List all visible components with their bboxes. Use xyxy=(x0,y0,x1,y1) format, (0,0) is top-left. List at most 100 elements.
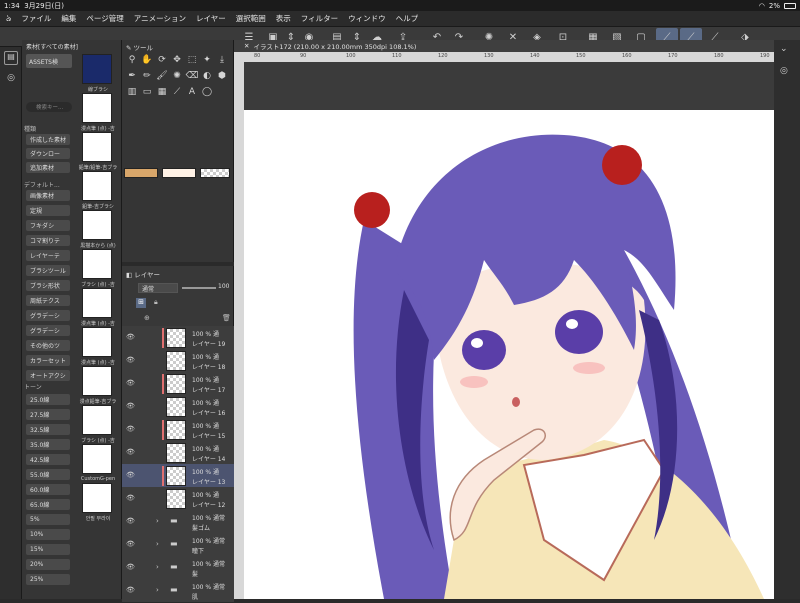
material-thumbnail[interactable] xyxy=(82,483,112,513)
material-default-item[interactable]: 画像素材 xyxy=(26,190,70,201)
material-thumbnail[interactable] xyxy=(82,210,112,240)
material-type-item[interactable]: ダウンロー xyxy=(26,148,70,159)
material-panel-icon[interactable]: ▤ xyxy=(4,51,18,65)
eye-icon[interactable]: 👁︎ xyxy=(126,471,135,479)
material-thumbnail[interactable] xyxy=(82,54,112,84)
figure-icon[interactable]: ▭ xyxy=(141,86,153,98)
balloon-icon[interactable]: ◯ xyxy=(201,86,213,98)
eye-icon[interactable]: 👁︎ xyxy=(126,356,135,364)
chevron-right-icon[interactable]: › xyxy=(156,517,159,525)
eye-icon[interactable]: 👁︎ xyxy=(126,563,135,571)
material-thumbnail[interactable] xyxy=(82,366,112,396)
eye-icon[interactable]: 👁︎ xyxy=(126,402,135,410)
illustration-canvas[interactable] xyxy=(244,110,774,599)
menu-selection[interactable]: 選択範囲 xyxy=(236,13,266,24)
material-thumbnail[interactable] xyxy=(82,171,112,201)
material-thumbnail[interactable] xyxy=(82,444,112,474)
material-thumbnail[interactable] xyxy=(82,132,112,162)
layer-row[interactable]: 👁︎ 100 % 通 レイヤー 18 xyxy=(122,349,234,373)
layer-row[interactable]: 👁︎ 100 % 通 レイヤー 16 xyxy=(122,395,234,419)
material-tone-item[interactable]: 35.0線 xyxy=(26,439,70,450)
material-tone-item[interactable]: 55.0線 xyxy=(26,469,70,480)
material-default-item[interactable]: コマ割りテ xyxy=(26,235,70,246)
material-thumbnail[interactable] xyxy=(82,249,112,279)
eye-icon[interactable]: 👁︎ xyxy=(126,586,135,594)
material-type-item[interactable]: 作成した素材 xyxy=(26,134,70,145)
pencil-icon[interactable]: ✏ xyxy=(141,70,153,82)
eraser-icon[interactable]: ⌫ xyxy=(186,70,199,82)
menu-window[interactable]: ウィンドウ xyxy=(348,13,386,24)
eyedropper-icon[interactable]: ⤓ xyxy=(216,54,228,66)
layer-folder[interactable]: 👁︎ › ▬ 100 % 通常 髪 xyxy=(122,556,234,580)
material-tone-item[interactable]: 20% xyxy=(26,559,70,570)
layer-row[interactable]: 👁︎ 100 % 通 レイヤー 14 xyxy=(122,441,234,465)
blend-icon[interactable]: ◐ xyxy=(201,70,213,82)
layer-folder[interactable]: 👁︎ › ▬ 100 % 通常 髪ゴム xyxy=(122,510,234,534)
layer-row[interactable]: 👁︎ 100 % 通 レイヤー 12 xyxy=(122,487,234,511)
eye-icon[interactable]: 👁︎ xyxy=(126,517,135,525)
material-search-input[interactable]: 検索キー... xyxy=(26,102,72,112)
layer-folder[interactable]: 👁︎ › ▬ 100 % 通常 肌 xyxy=(122,579,234,603)
material-default-item[interactable]: ブラシツール xyxy=(26,265,70,276)
layer-folder[interactable]: 👁︎ › ▬ 100 % 通常 瞳下 xyxy=(122,533,234,557)
chevron-right-icon[interactable]: › xyxy=(156,540,159,548)
canvas-tab[interactable]: ✕ イラスト172 (210.00 x 210.00mm 350dpi 108.… xyxy=(234,40,774,52)
opacity-slider[interactable] xyxy=(182,287,216,289)
material-default-item[interactable]: ブラシ形状 xyxy=(26,280,70,291)
fill-icon[interactable]: ⬢ xyxy=(216,70,228,82)
material-tone-item[interactable]: 65.0線 xyxy=(26,499,70,510)
material-thumbnail[interactable] xyxy=(82,327,112,357)
transparent-swatch[interactable] xyxy=(200,168,230,178)
main-color-swatch[interactable] xyxy=(124,168,158,178)
color-panel-icon[interactable]: ◎ xyxy=(780,66,788,76)
brush-icon[interactable]: 🖌︎ xyxy=(156,70,168,82)
menu-view[interactable]: 表示 xyxy=(276,13,291,24)
chevron-right-icon[interactable]: › xyxy=(156,586,159,594)
pen-icon[interactable]: ✒ xyxy=(126,70,138,82)
chevron-right-icon[interactable]: › xyxy=(156,563,159,571)
eye-icon[interactable]: 👁︎ xyxy=(126,494,135,502)
delete-layer-icon[interactable]: 🗑︎ xyxy=(222,314,231,322)
menu-page[interactable]: ページ管理 xyxy=(86,13,123,24)
eye-icon[interactable]: 👁︎ xyxy=(126,333,135,341)
zoom-icon[interactable]: ⚲ xyxy=(126,54,138,66)
move-icon[interactable]: ✥ xyxy=(171,54,183,66)
assets-button[interactable]: ASSETS検 xyxy=(26,54,72,68)
eye-icon[interactable]: 👁︎ xyxy=(126,379,135,387)
layer-lock-icon[interactable]: 🔒︎ xyxy=(154,298,158,307)
menu-filter[interactable]: フィルター xyxy=(301,13,338,24)
material-default-item[interactable]: レイヤーテ xyxy=(26,250,70,261)
sub-color-swatch[interactable] xyxy=(162,168,196,178)
menu-layer[interactable]: レイヤー xyxy=(196,13,226,24)
ruler-icon[interactable]: ⟋ xyxy=(171,86,183,98)
new-layer-icon[interactable]: ⊕ xyxy=(144,314,150,322)
eye-icon[interactable]: 👁︎ xyxy=(126,540,135,548)
menu-edit[interactable]: 編集 xyxy=(61,13,76,24)
text-icon[interactable]: A xyxy=(186,86,198,98)
material-default-item[interactable]: 周紙テクス xyxy=(26,295,70,306)
material-default-item[interactable]: フキダシ xyxy=(26,220,70,231)
menu-file[interactable]: ファイル xyxy=(21,13,51,24)
eye-icon[interactable]: 👁︎ xyxy=(126,425,135,433)
layer-clip-icon[interactable]: ⊞ xyxy=(136,298,146,308)
hand-icon[interactable]: ✋ xyxy=(141,54,153,66)
material-tone-item[interactable]: 42.5線 xyxy=(26,454,70,465)
airbrush-icon[interactable]: ✺ xyxy=(171,70,183,82)
blend-mode-select[interactable]: 通常 xyxy=(138,283,178,293)
menu-animation[interactable]: アニメーション xyxy=(134,13,186,24)
gradient-icon[interactable]: ▥ xyxy=(126,86,138,98)
panel-collapse-icon[interactable]: ⌄ xyxy=(780,44,788,54)
material-tone-item[interactable]: 25.0線 xyxy=(26,394,70,405)
material-thumbnail[interactable] xyxy=(82,288,112,318)
material-tone-item[interactable]: 15% xyxy=(26,544,70,555)
material-thumbnail[interactable] xyxy=(82,93,112,123)
layer-row[interactable]: 👁︎ 100 % 通 レイヤー 19 xyxy=(122,326,234,350)
material-tone-item[interactable]: 5% xyxy=(26,514,70,525)
material-default-item[interactable]: グラデーシ xyxy=(26,310,70,321)
material-tone-item[interactable]: 32.5線 xyxy=(26,424,70,435)
close-tab-icon[interactable]: ✕ xyxy=(244,42,249,50)
material-tone-item[interactable]: 10% xyxy=(26,529,70,540)
layer-row[interactable]: 👁︎ 100 % 通 レイヤー 17 xyxy=(122,372,234,396)
auto-select-icon[interactable]: ✦ xyxy=(201,54,213,66)
material-default-item[interactable]: カラーセット xyxy=(26,355,70,366)
